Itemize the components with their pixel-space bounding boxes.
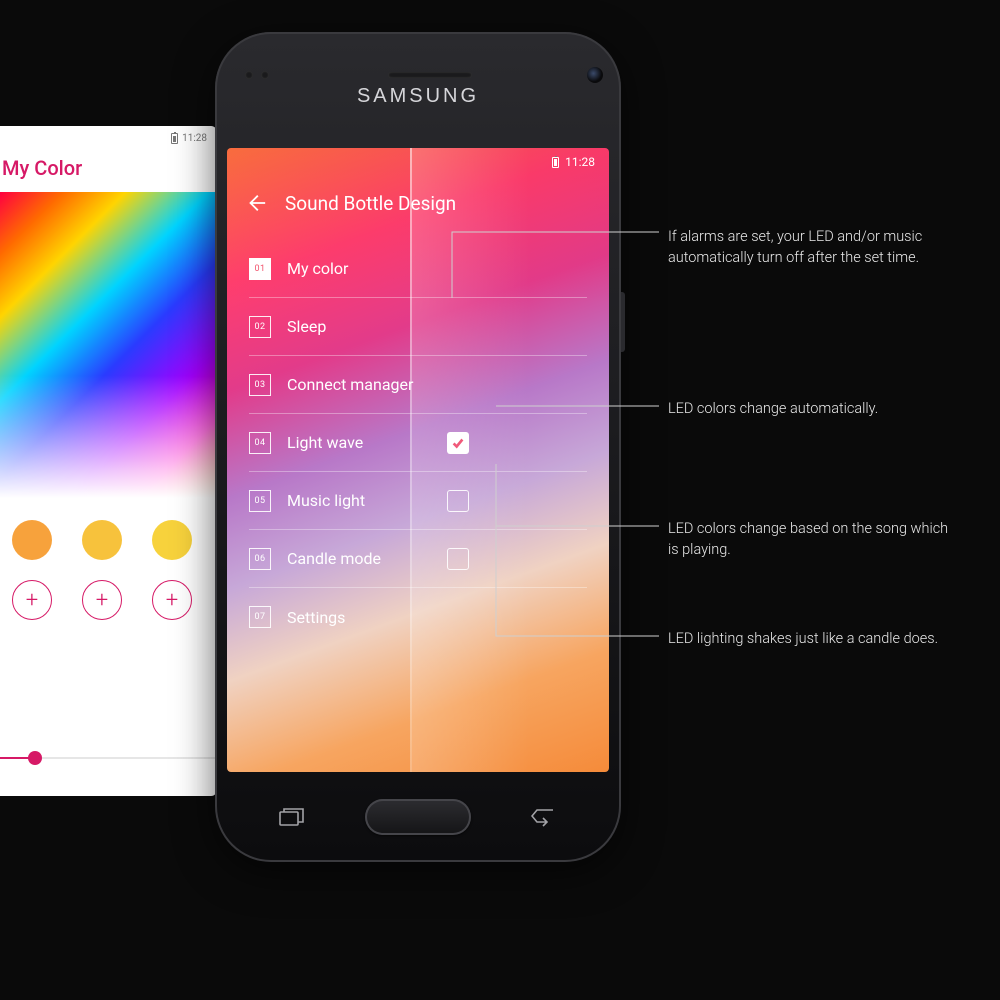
item-number-badge: 05 [249,490,271,512]
checkbox[interactable] [447,548,469,570]
back-icon[interactable] [531,807,557,827]
page-title: Sound Bottle Design [285,192,456,215]
menu-item-candle-mode[interactable]: 06 Candle mode [249,530,587,588]
menu-item-sleep[interactable]: 02 Sleep [249,298,587,356]
status-time: 11:28 [182,133,207,144]
item-number-badge: 03 [249,374,271,396]
speaker-grill-icon [388,72,472,78]
menu-item-connect-manager[interactable]: 03 Connect manager [249,356,587,414]
add-swatch-button[interactable]: + [82,580,122,620]
page-title: My Color [0,150,217,192]
battery-icon [171,133,178,144]
menu-item-label: Sleep [287,317,326,336]
sensor-dot-icon [261,71,269,79]
status-bar: 11:28 [0,126,217,150]
add-swatch-button[interactable]: + [12,580,52,620]
checkbox[interactable] [447,490,469,512]
menu-item-label: Light wave [287,433,363,452]
menu-item-light-wave[interactable]: 04 Light wave [249,414,587,472]
battery-icon [552,157,559,168]
color-swatch[interactable] [152,520,192,560]
status-bar: 11:28 [227,148,609,176]
menu-item-label: Music light [287,491,365,510]
menu-item-label: My color [287,259,348,278]
back-arrow-icon[interactable] [245,192,267,214]
menu-item-my-color[interactable]: 01 My color [249,240,587,298]
device-top-bezel: SAMSUNG [215,32,621,114]
device-brand: SAMSUNG [357,85,479,108]
item-number-badge: 04 [249,432,271,454]
menu-item-label: Candle mode [287,549,381,568]
app-screen: 11:28 Sound Bottle Design 01 My color 02 Sl… [227,148,609,772]
annotation-text: LED colors change based on the song whic… [668,518,953,560]
annotation-text: If alarms are set, your LED and/or music… [668,226,953,268]
item-number-badge: 01 [249,258,271,280]
status-time: 11:28 [565,155,595,169]
mycolor-screen: 11:28 My Color + + + [0,126,217,796]
checkbox[interactable] [447,432,469,454]
add-swatch-button[interactable]: + [152,580,192,620]
preset-swatches [0,498,217,560]
menu-item-music-light[interactable]: 05 Music light [249,472,587,530]
annotation-text: LED lighting shakes just like a candle d… [668,628,953,649]
add-swatch-row: + + + [0,560,217,620]
settings-menu: 01 My color 02 Sleep 03 Connect manager 04 Ligh… [227,240,609,772]
item-number-badge: 06 [249,548,271,570]
color-swatch[interactable] [12,520,52,560]
color-swatch[interactable] [82,520,122,560]
item-number-badge: 07 [249,606,271,628]
annotation-text: LED colors change automatically. [668,398,953,419]
color-gradient-picker[interactable] [0,192,217,498]
device-nav-bar [215,772,621,862]
home-button[interactable] [365,799,471,835]
item-number-badge: 02 [249,316,271,338]
menu-item-label: Connect manager [287,375,413,394]
brightness-slider[interactable] [0,748,217,768]
menu-item-label: Settings [287,608,345,627]
recents-icon[interactable] [279,807,305,827]
front-camera-icon [587,67,603,83]
menu-item-settings[interactable]: 07 Settings [249,588,587,646]
app-header: Sound Bottle Design [227,182,609,224]
phone-device: SAMSUNG 11:28 Sound Bottle Design 01 My c… [215,32,621,862]
sensor-dot-icon [245,71,253,79]
